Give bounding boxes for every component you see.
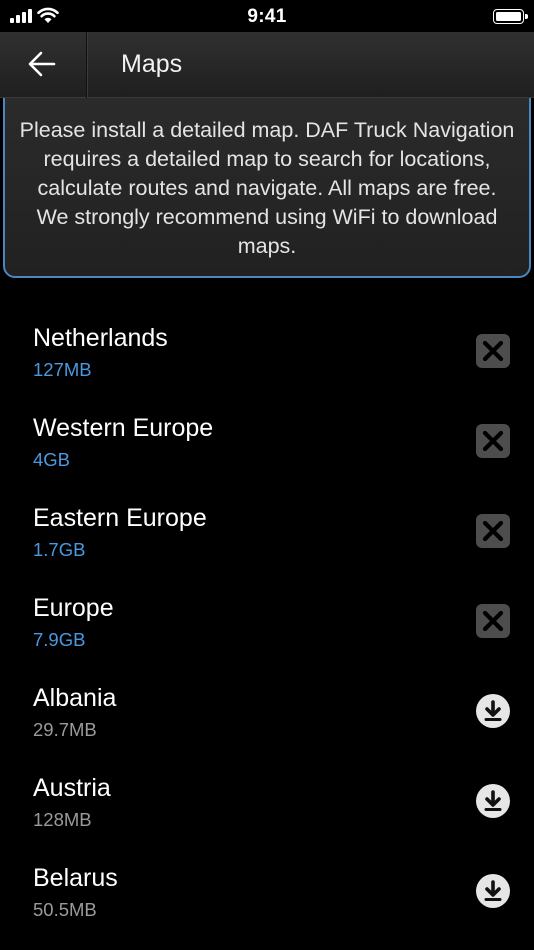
delete-map-button[interactable]: [476, 334, 510, 368]
map-size: 1.7GB: [33, 539, 86, 560]
map-size: 4GB: [33, 449, 71, 470]
map-item-eastern-europe[interactable]: Eastern Europe 1.7GB: [0, 500, 534, 590]
map-size: 29.7MB: [33, 719, 97, 740]
info-message: Please install a detailed map. DAF Truck…: [19, 118, 515, 258]
map-name: Belarus: [33, 864, 118, 892]
map-name: Western Europe: [33, 414, 214, 442]
back-button[interactable]: [0, 32, 87, 98]
close-icon: [482, 340, 504, 362]
map-item-belarus[interactable]: Belarus 50.5MB: [0, 860, 534, 950]
arrow-left-icon: [28, 51, 56, 77]
map-name: Netherlands: [33, 324, 168, 352]
download-map-button[interactable]: [476, 874, 510, 908]
map-name: Austria: [33, 774, 111, 802]
download-icon: [484, 700, 502, 721]
map-name: Eastern Europe: [33, 504, 207, 532]
map-name: Europe: [33, 594, 114, 622]
map-item-europe[interactable]: Europe 7.9GB: [0, 590, 534, 680]
map-size: 127MB: [33, 359, 92, 380]
status-bar: 9:41: [0, 0, 534, 32]
map-item-netherlands[interactable]: Netherlands 127MB: [0, 320, 534, 410]
close-icon: [482, 520, 504, 542]
map-list: Netherlands 127MB Western Europe 4GB Eas…: [0, 320, 534, 950]
map-item-albania[interactable]: Albania 29.7MB: [0, 680, 534, 770]
battery-icon: [493, 9, 528, 24]
map-item-austria[interactable]: Austria 128MB: [0, 770, 534, 860]
download-icon: [484, 790, 502, 811]
map-size: 7.9GB: [33, 629, 86, 650]
map-item-western-europe[interactable]: Western Europe 4GB: [0, 410, 534, 500]
map-size: 50.5MB: [33, 899, 97, 920]
download-icon: [484, 880, 502, 901]
header-bar: Maps: [0, 32, 534, 98]
delete-map-button[interactable]: [476, 424, 510, 458]
download-map-button[interactable]: [476, 694, 510, 728]
status-time: 9:41: [247, 6, 287, 27]
map-size: 128MB: [33, 809, 92, 830]
close-icon: [482, 610, 504, 632]
download-map-button[interactable]: [476, 784, 510, 818]
close-icon: [482, 430, 504, 452]
map-name: Albania: [33, 684, 117, 712]
info-banner: Please install a detailed map. DAF Truck…: [3, 98, 531, 278]
page-title: Maps: [121, 50, 183, 78]
delete-map-button[interactable]: [476, 514, 510, 548]
delete-map-button[interactable]: [476, 604, 510, 638]
